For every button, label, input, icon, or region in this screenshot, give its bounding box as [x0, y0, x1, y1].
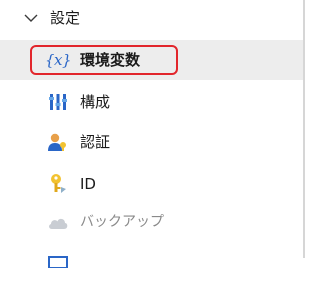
nav-item-label: バックアップ	[80, 214, 164, 230]
key-identity-icon	[47, 174, 69, 194]
nav-item-configuration[interactable]: 構成	[0, 82, 303, 122]
variable-icon: {x}	[44, 51, 72, 69]
cloud-backup-icon	[47, 212, 69, 232]
chevron-down-icon	[24, 14, 38, 22]
nav-item-partial[interactable]	[0, 246, 303, 286]
nav-item-backup[interactable]: バックアップ	[0, 202, 303, 242]
nav-item-authentication[interactable]: 認証	[0, 122, 303, 162]
nav-item-label: 認証	[80, 133, 111, 151]
nav-item-label: 構成	[80, 93, 111, 111]
nav-item-environment-variables[interactable]: {x} 環境変数	[0, 40, 303, 80]
nav-item-identity[interactable]: ID	[0, 164, 303, 204]
nav-item-label: 環境変数	[80, 51, 141, 69]
section-title: 設定	[50, 9, 81, 27]
user-auth-icon	[47, 132, 69, 152]
nav-item-label: ID	[80, 175, 96, 193]
settings-section-header[interactable]: 設定	[0, 0, 303, 38]
partial-item-icon	[47, 252, 69, 272]
configuration-bars-icon	[47, 92, 69, 112]
panel-divider	[303, 0, 305, 258]
